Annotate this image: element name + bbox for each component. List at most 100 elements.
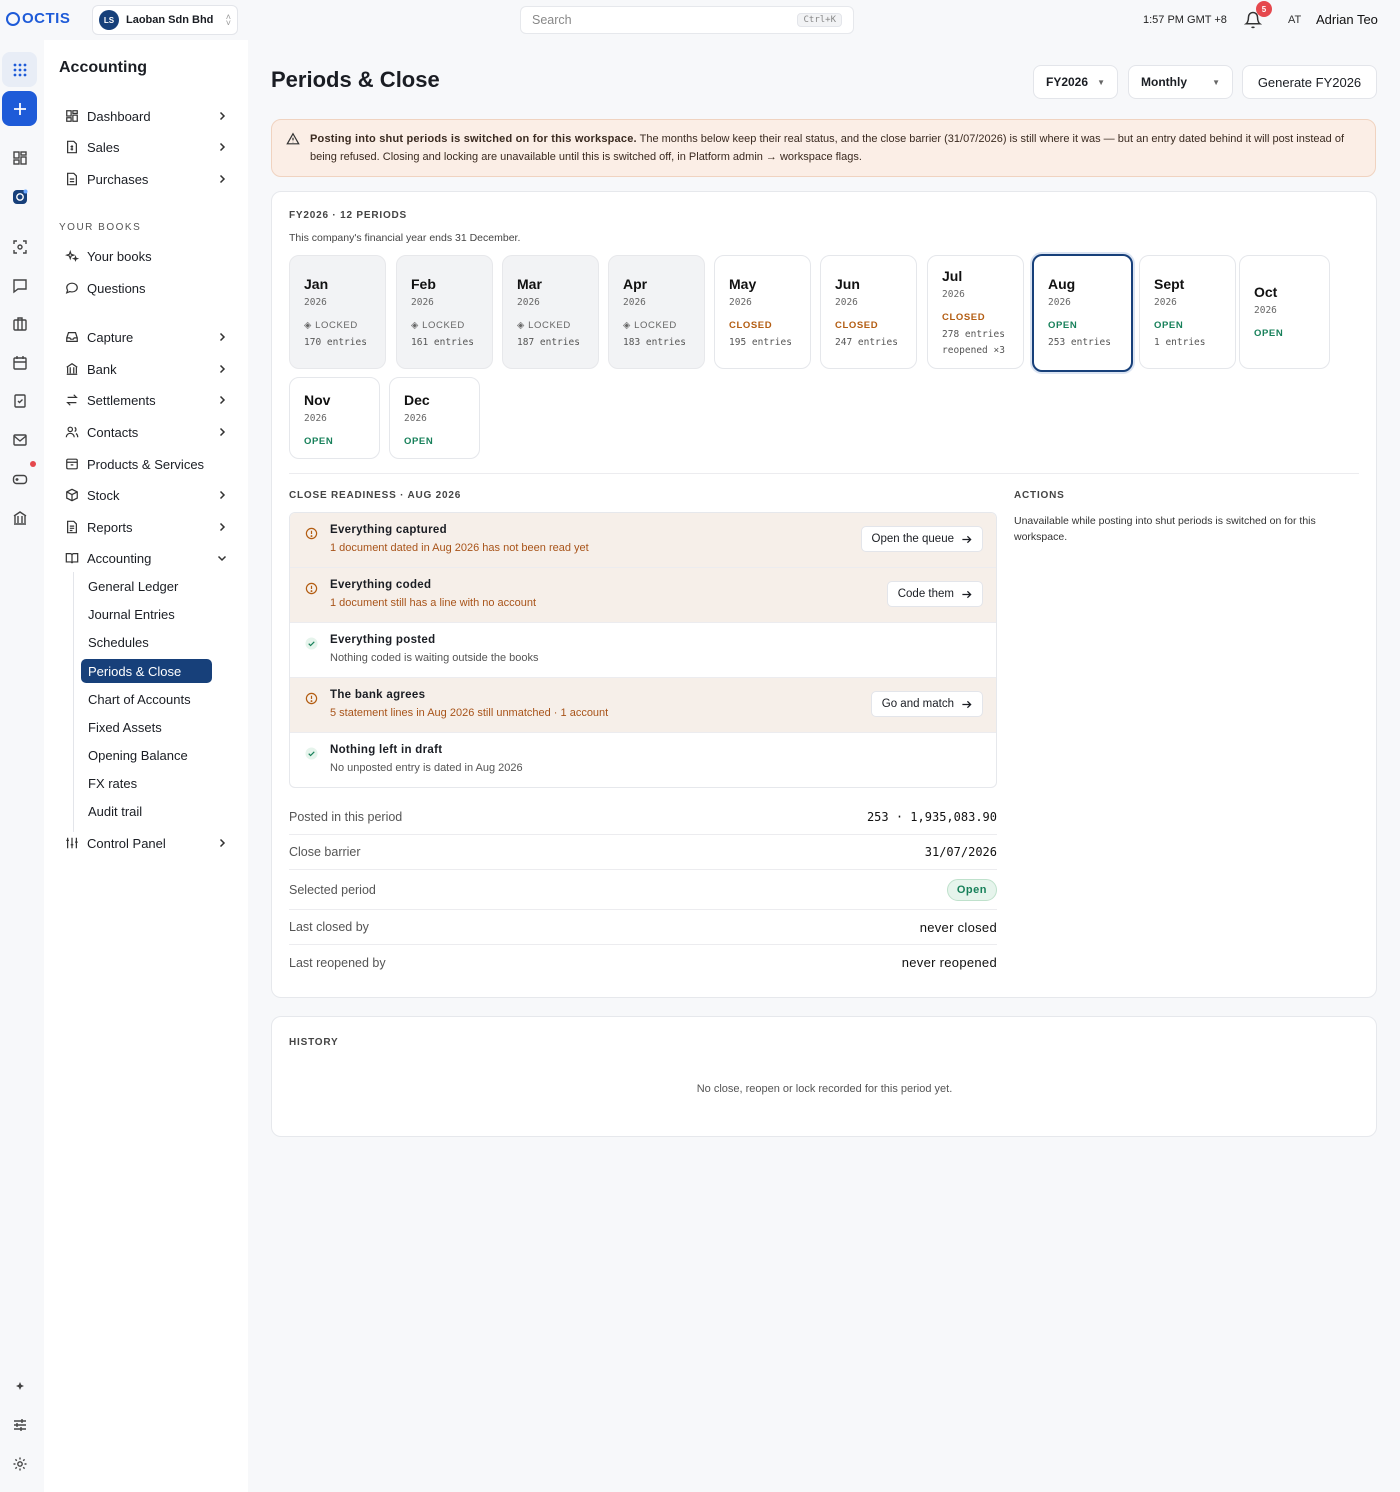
- period-tile-oct[interactable]: Oct 2026 OPEN: [1239, 255, 1330, 369]
- period-status: ◈ LOCKED: [411, 320, 465, 331]
- app-rail: [0, 40, 44, 1492]
- period-status: CLOSED: [835, 320, 879, 331]
- org-name: Laoban Sdn Bhd: [126, 14, 214, 26]
- rail-bank-button[interactable]: [2, 500, 37, 535]
- sidebar-sub-general-ledger[interactable]: General Ledger: [81, 574, 212, 598]
- user-initials[interactable]: AT: [1288, 14, 1301, 26]
- bank-icon: [13, 510, 26, 525]
- sidebar-item-purchases[interactable]: Purchases: [65, 167, 227, 191]
- check-title: Everything captured: [330, 524, 447, 536]
- rail-dashboard-button[interactable]: [2, 140, 37, 175]
- check-detail: 5 statement lines in Aug 2026 still unma…: [330, 707, 609, 719]
- sidebar-sub-audit-trail[interactable]: Audit trail: [81, 799, 212, 823]
- top-bar: OCTIS LS Laoban Sdn Bhd ˄ ˅ Search Ctrl+K…: [0, 0, 1400, 40]
- period-tile-may[interactable]: May 2026 CLOSED 195 entries: [714, 255, 811, 369]
- sidebar-item-settlements[interactable]: Settlements: [65, 388, 227, 412]
- sidebar-item-bank[interactable]: Bank: [65, 357, 227, 381]
- sidebar-item-control-panel[interactable]: Control Panel: [65, 831, 227, 855]
- summary-value: 253 · 1,935,083.90: [866, 810, 997, 824]
- sidebar-sub-fx-rates[interactable]: FX rates: [81, 771, 212, 795]
- period-status: CLOSED: [942, 312, 986, 323]
- sidebar-sub-opening-balance[interactable]: Opening Balance: [81, 743, 212, 767]
- code-them-button[interactable]: Code them: [886, 581, 983, 607]
- sidebar-title: Accounting: [59, 59, 147, 76]
- period-status: OPEN: [1154, 320, 1184, 331]
- tree-line: [73, 572, 74, 832]
- rail-ai-button[interactable]: [2, 1368, 37, 1403]
- notification-count-badge: 5: [1256, 1, 1272, 17]
- period-tile-jun[interactable]: Jun 2026 CLOSED 247 entries: [820, 255, 917, 369]
- sidebar-item-reports[interactable]: Reports: [65, 515, 227, 539]
- generate-fy-button[interactable]: Generate FY2026: [1242, 65, 1377, 99]
- rail-capture-button[interactable]: [2, 229, 37, 264]
- check-bank-agrees: The bank agrees 5 statement lines in Aug…: [290, 678, 996, 733]
- period-tile-dec[interactable]: Dec 2026 OPEN: [389, 377, 480, 459]
- period-tile-jan[interactable]: Jan 2026 ◈ LOCKED 170 entries: [289, 255, 386, 369]
- search-input[interactable]: Search Ctrl+K: [520, 6, 854, 34]
- rail-accounting-button[interactable]: [2, 179, 37, 214]
- sidebar-sub-schedules[interactable]: Schedules: [81, 630, 212, 654]
- sidebar-item-contacts[interactable]: Contacts: [65, 420, 227, 444]
- sidebar-item-label: Sales: [87, 139, 120, 155]
- actions-text: Unavailable while posting into shut peri…: [1014, 515, 1316, 543]
- period-tile-feb[interactable]: Feb 2026 ◈ LOCKED 161 entries: [396, 255, 493, 369]
- rail-settings-button[interactable]: [2, 1446, 37, 1481]
- rail-adjust-button[interactable]: [2, 1407, 37, 1442]
- period-tile-apr[interactable]: Apr 2026 ◈ LOCKED 183 entries: [608, 255, 705, 369]
- fiscal-year-select[interactable]: FY2026 ▼: [1033, 65, 1118, 99]
- sidebar-item-stock[interactable]: Stock: [65, 483, 227, 507]
- sales-icon: [67, 140, 77, 154]
- sidebar-item-dashboard[interactable]: Dashboard: [65, 104, 227, 128]
- sidebar-item-accounting[interactable]: Accounting: [65, 546, 227, 570]
- period-year: 2026: [1254, 305, 1277, 316]
- search-placeholder: Search: [532, 13, 572, 27]
- apps-grid-button[interactable]: [2, 52, 37, 87]
- organization-switcher[interactable]: LS Laoban Sdn Bhd ˄ ˅: [92, 5, 238, 35]
- go-and-match-button[interactable]: Go and match: [870, 691, 983, 717]
- open-queue-button[interactable]: Open the queue: [860, 526, 983, 552]
- granularity-select[interactable]: Monthly ▼: [1128, 65, 1233, 99]
- swap-icon: [66, 394, 78, 406]
- sidebar-sub-journal-entries[interactable]: Journal Entries: [81, 602, 212, 626]
- user-name[interactable]: Adrian Teo: [1316, 12, 1378, 27]
- rail-calendar-button[interactable]: [2, 345, 37, 380]
- rail-messages-button[interactable]: [2, 268, 37, 303]
- sidebar-item-questions[interactable]: Questions: [65, 276, 227, 300]
- sidebar-item-capture[interactable]: Capture: [65, 325, 227, 349]
- period-year: 2026: [623, 297, 646, 308]
- chevron-right-icon: [219, 838, 226, 848]
- chevron-right-icon: [219, 364, 226, 374]
- app-logo[interactable]: OCTIS: [6, 10, 70, 27]
- create-new-button[interactable]: [2, 91, 37, 126]
- period-entries: 247 entries: [835, 337, 898, 348]
- summary-label: Close barrier: [289, 845, 361, 859]
- org-avatar: LS: [99, 10, 119, 30]
- sidebar-item-label: Reports: [87, 519, 133, 535]
- sidebar-sub-chart-of-accounts[interactable]: Chart of Accounts: [81, 687, 212, 711]
- check-detail: No unposted entry is dated in Aug 2026: [330, 762, 523, 774]
- chevron-right-icon: [219, 174, 226, 184]
- period-month: May: [729, 276, 757, 292]
- sidebar-item-your-books[interactable]: Your books: [65, 244, 227, 268]
- sidebar-item-sales[interactable]: Sales: [65, 135, 227, 159]
- summary-value: never reopened: [901, 955, 997, 970]
- fiscal-year-value: FY2026: [1046, 75, 1089, 89]
- sidebar-item-label: Bank: [87, 361, 117, 377]
- period-tile-aug[interactable]: Aug 2026 OPEN 253 entries: [1032, 254, 1133, 372]
- section-divider: [289, 473, 1359, 474]
- rail-tasks-button[interactable]: [2, 383, 37, 418]
- sidebar-sub-periods-close[interactable]: Periods & Close: [81, 659, 212, 683]
- rail-work-button[interactable]: [2, 306, 37, 341]
- sidebar-item-products-services[interactable]: Products & Services: [65, 452, 227, 476]
- period-tile-mar[interactable]: Mar 2026 ◈ LOCKED 187 entries: [502, 255, 599, 369]
- sidebar-item-label: Stock: [87, 487, 120, 503]
- sidebar-item-label: Capture: [87, 329, 134, 345]
- rail-mail-button[interactable]: [2, 422, 37, 457]
- period-tile-nov[interactable]: Nov 2026 OPEN: [289, 377, 380, 459]
- summary-label: Selected period: [289, 882, 376, 897]
- sidebar-sub-fixed-assets[interactable]: Fixed Assets: [81, 715, 212, 739]
- message-icon: [12, 278, 27, 293]
- period-tile-jul[interactable]: Jul 2026 CLOSED 278 entries reopened ×3: [927, 255, 1024, 369]
- period-month: Apr: [623, 276, 648, 292]
- period-tile-sept[interactable]: Sept 2026 OPEN 1 entries: [1139, 255, 1236, 369]
